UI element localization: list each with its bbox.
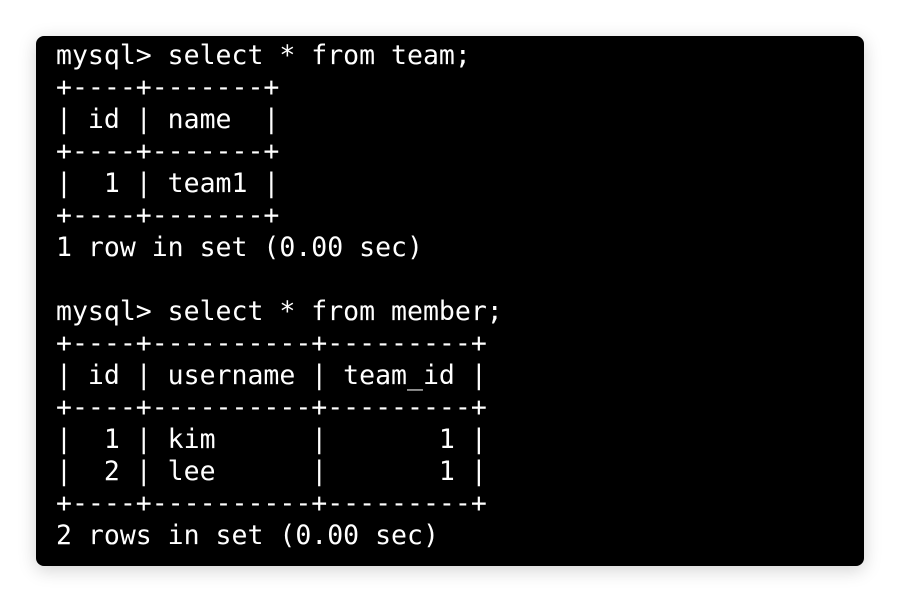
terminal-line: | 1 | kim | 1 | xyxy=(56,424,487,455)
terminal-line: | 1 | team1 | xyxy=(56,168,280,199)
terminal-line: +----+-------+ xyxy=(56,200,280,231)
terminal-line: | id | username | team_id | xyxy=(56,360,487,391)
terminal-line: +----+----------+---------+ xyxy=(56,328,487,359)
terminal-window[interactable]: mysql> select * from team; +----+-------+… xyxy=(36,36,864,566)
terminal-line: +----+-------+ xyxy=(56,136,280,167)
terminal-line: mysql> select * from member; xyxy=(56,296,503,327)
terminal-line: +----+----------+---------+ xyxy=(56,392,487,423)
terminal-line: 2 rows in set (0.00 sec) xyxy=(56,520,439,551)
terminal-line: +----+----------+---------+ xyxy=(56,488,487,519)
terminal-line: 1 row in set (0.00 sec) xyxy=(56,232,423,263)
terminal-line: | 2 | lee | 1 | xyxy=(56,456,487,487)
terminal-line: mysql> select * from team; xyxy=(56,40,471,71)
terminal-line: | id | name | xyxy=(56,104,280,135)
terminal-line: +----+-------+ xyxy=(56,72,280,103)
